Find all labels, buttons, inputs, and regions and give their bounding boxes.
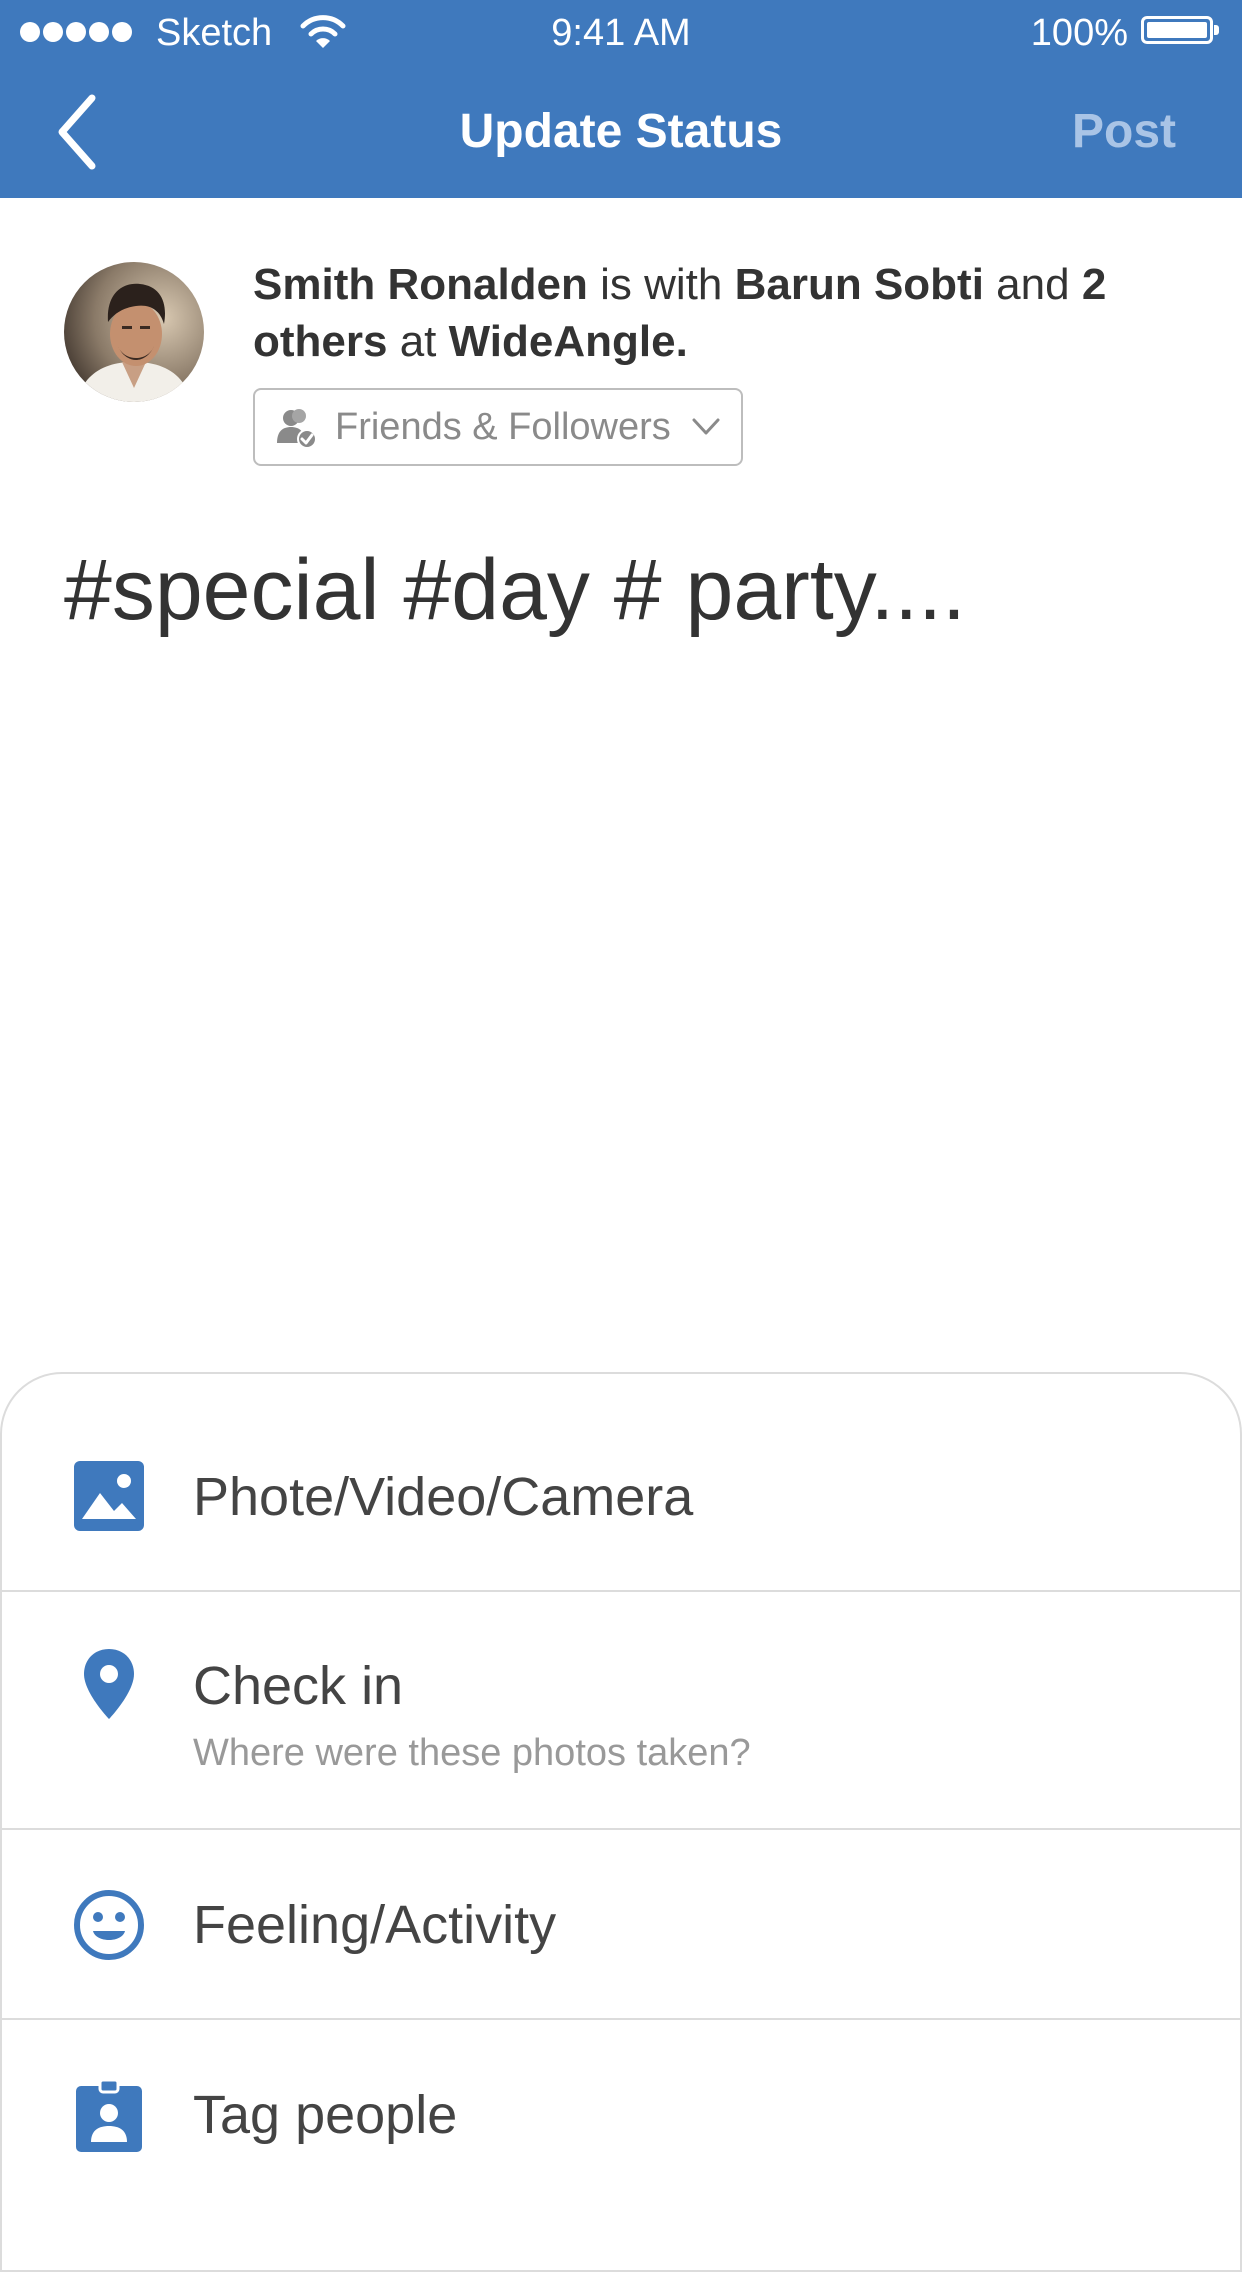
option-sublabel: Where were these photos taken? (193, 1732, 751, 1774)
battery-icon (1141, 16, 1219, 44)
author-name[interactable]: Smith Ronalden (253, 260, 588, 309)
page-title: Update Status (459, 105, 783, 158)
option-tag-people[interactable]: Tag people (0, 2020, 1242, 2208)
nav-bar: Update Status Post (0, 66, 1242, 198)
image-icon (74, 1461, 144, 1531)
post-text-input[interactable]: #special #day # party.... (64, 540, 1184, 640)
header: Sketch 9:41 AM 100% Update Status Post (0, 0, 1242, 198)
option-label: Tag people (193, 2085, 458, 2145)
and-text: and (983, 260, 1082, 309)
avatar[interactable] (64, 262, 204, 402)
place-name[interactable]: WideAngle. (449, 317, 688, 366)
option-check-in[interactable]: Check in Where were these photos taken? (0, 1592, 1242, 1830)
location-pin-icon (84, 1649, 134, 1719)
smiley-icon (74, 1890, 144, 1960)
at-text: at (387, 317, 449, 366)
update-status-screen: Sketch 9:41 AM 100% Update Status Post S… (0, 0, 1242, 2272)
battery-percentage: 100% (1030, 12, 1128, 54)
id-badge-icon (76, 2080, 142, 2152)
friends-icon (277, 409, 317, 449)
status-description: Smith Ronalden is with Barun Sobti and 2… (253, 256, 1193, 370)
tagged-friend-name[interactable]: Barun Sobti (735, 260, 984, 309)
audience-selector[interactable]: Friends & Followers (253, 388, 743, 466)
post-button[interactable]: Post (1072, 102, 1176, 162)
audience-label: Friends & Followers (335, 406, 671, 448)
option-label: Phote/Video/Camera (193, 1467, 694, 1527)
status-bar: Sketch 9:41 AM 100% (0, 0, 1242, 66)
option-label: Feeling/Activity (193, 1895, 557, 1955)
chevron-down-icon (692, 418, 720, 435)
option-feeling-activity[interactable]: Feeling/Activity (0, 1830, 1242, 2020)
option-photo-video-camera[interactable]: Phote/Video/Camera (0, 1372, 1242, 1592)
avatar-portrait-image (64, 262, 204, 402)
with-text: is with (587, 260, 735, 309)
option-label: Check in (193, 1656, 404, 1716)
